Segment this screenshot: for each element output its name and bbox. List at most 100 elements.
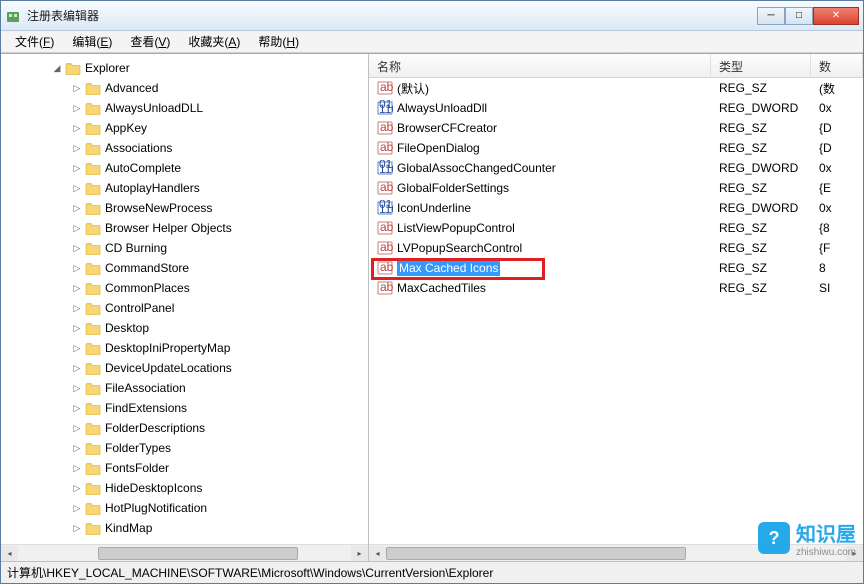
expander-icon[interactable]: ▷ (71, 182, 83, 194)
tree-node-explorer[interactable]: ◢Explorer (51, 58, 368, 78)
expander-icon[interactable]: ▷ (71, 262, 83, 274)
tree-node[interactable]: ▷CommonPlaces (71, 278, 368, 298)
expander-icon[interactable]: ▷ (71, 502, 83, 514)
col-name[interactable]: 名称 (369, 54, 711, 77)
expander-icon[interactable]: ▷ (71, 302, 83, 314)
folder-icon (85, 121, 101, 135)
folder-icon (85, 461, 101, 475)
menu-f[interactable]: 文件(F) (7, 31, 62, 52)
expander-icon[interactable]: ▷ (71, 322, 83, 334)
list-row[interactable]: FileOpenDialogREG_SZ{D (369, 138, 863, 158)
tree-node[interactable]: ▷HotPlugNotification (71, 498, 368, 518)
expander-icon[interactable]: ▷ (71, 82, 83, 94)
expander-icon[interactable]: ▷ (71, 162, 83, 174)
background-tabs (139, 7, 757, 24)
menu-v[interactable]: 查看(V) (122, 31, 178, 52)
list-row[interactable]: ListViewPopupControlREG_SZ{8 (369, 218, 863, 238)
expander-icon[interactable]: ◢ (51, 62, 63, 74)
close-button[interactable]: ✕ (813, 7, 859, 25)
folder-icon (85, 161, 101, 175)
tree-node[interactable]: ▷FindExtensions (71, 398, 368, 418)
watermark: ? 知识屋 zhishiwu.com (758, 518, 856, 558)
content-area: ◢Explorer▷Advanced▷AlwaysUnloadDLL▷AppKe… (1, 53, 863, 561)
tree-node[interactable]: ▷FolderDescriptions (71, 418, 368, 438)
expander-icon[interactable]: ▷ (71, 402, 83, 414)
expander-icon[interactable]: ▷ (71, 482, 83, 494)
watermark-text: 知识屋 (796, 518, 856, 547)
folder-icon (65, 61, 81, 75)
list-pane[interactable]: 名称 类型 数 (默认)REG_SZ(数AlwaysUnloadDllREG_D… (369, 54, 863, 561)
titlebar[interactable]: 注册表编辑器 ─ □ ✕ (1, 1, 863, 31)
expander-icon[interactable]: ▷ (71, 382, 83, 394)
expander-icon[interactable]: ▷ (71, 362, 83, 374)
maximize-button[interactable]: □ (785, 7, 813, 25)
tree-node[interactable]: ▷AppKey (71, 118, 368, 138)
folder-icon (85, 401, 101, 415)
expander-icon[interactable]: ▷ (71, 282, 83, 294)
folder-icon (85, 181, 101, 195)
expander-icon[interactable]: ▷ (71, 342, 83, 354)
tree-node[interactable]: ▷AlwaysUnloadDLL (71, 98, 368, 118)
menu-e[interactable]: 编辑(E) (64, 31, 120, 52)
expander-icon[interactable]: ▷ (71, 522, 83, 534)
expander-icon[interactable]: ▷ (71, 222, 83, 234)
watermark-icon: ? (758, 522, 790, 554)
expander-icon[interactable]: ▷ (71, 242, 83, 254)
folder-icon (85, 361, 101, 375)
expander-icon[interactable]: ▷ (71, 102, 83, 114)
list-row[interactable]: IconUnderlineREG_DWORD0x (369, 198, 863, 218)
list-row[interactable]: AlwaysUnloadDllREG_DWORD0x (369, 98, 863, 118)
list-row[interactable]: BrowserCFCreatorREG_SZ{D (369, 118, 863, 138)
tree-node[interactable]: ▷Desktop (71, 318, 368, 338)
value-sz-icon (377, 280, 393, 296)
tree-node[interactable]: ▷KindMap (71, 518, 368, 538)
list-row[interactable]: GlobalAssocChangedCounterREG_DWORD0x (369, 158, 863, 178)
statusbar: 计算机\HKEY_LOCAL_MACHINE\SOFTWARE\Microsof… (1, 561, 863, 583)
list-row[interactable]: MaxCachedTilesREG_SZSI (369, 278, 863, 298)
expander-icon[interactable]: ▷ (71, 442, 83, 454)
tree-node[interactable]: ▷Associations (71, 138, 368, 158)
tree-node[interactable]: ▷DeviceUpdateLocations (71, 358, 368, 378)
tree-node[interactable]: ▷FileAssociation (71, 378, 368, 398)
list-row[interactable]: GlobalFolderSettingsREG_SZ{E (369, 178, 863, 198)
tree-node[interactable]: ▷FolderTypes (71, 438, 368, 458)
tree-node[interactable]: ▷AutoComplete (71, 158, 368, 178)
expander-icon[interactable]: ▷ (71, 142, 83, 154)
menubar: 文件(F)编辑(E)查看(V)收藏夹(A)帮助(H) (1, 31, 863, 53)
menu-h[interactable]: 帮助(H) (250, 31, 307, 52)
folder-icon (85, 261, 101, 275)
tree-node[interactable]: ▷CommandStore (71, 258, 368, 278)
col-data[interactable]: 数 (811, 54, 863, 77)
list-row[interactable]: LVPopupSearchControlREG_SZ{F (369, 238, 863, 258)
menu-a[interactable]: 收藏夹(A) (180, 31, 248, 52)
value-sz-icon (377, 180, 393, 196)
folder-icon (85, 521, 101, 535)
col-type[interactable]: 类型 (711, 54, 811, 77)
tree-node[interactable]: ▷HideDesktopIcons (71, 478, 368, 498)
tree-hscrollbar[interactable]: ◂ ▸ (1, 544, 368, 561)
tree-node[interactable]: ▷FontsFolder (71, 458, 368, 478)
expander-icon[interactable]: ▷ (71, 122, 83, 134)
tree-node[interactable]: ▷Browser Helper Objects (71, 218, 368, 238)
tree-node[interactable]: ▷BrowseNewProcess (71, 198, 368, 218)
value-sz-icon (377, 140, 393, 156)
expander-icon[interactable]: ▷ (71, 202, 83, 214)
folder-icon (85, 501, 101, 515)
expander-icon[interactable]: ▷ (71, 422, 83, 434)
minimize-button[interactable]: ─ (757, 7, 785, 25)
tree-node[interactable]: ▷ControlPanel (71, 298, 368, 318)
expander-icon[interactable]: ▷ (71, 462, 83, 474)
list-row[interactable]: Max Cached IconsREG_SZ8 (369, 258, 863, 278)
list-header[interactable]: 名称 类型 数 (369, 54, 863, 78)
tree-pane[interactable]: ◢Explorer▷Advanced▷AlwaysUnloadDLL▷AppKe… (1, 54, 369, 561)
tree-node[interactable]: ▷AutoplayHandlers (71, 178, 368, 198)
folder-icon (85, 381, 101, 395)
tree-node[interactable]: ▷CD Burning (71, 238, 368, 258)
tree-node[interactable]: ▷DesktopIniPropertyMap (71, 338, 368, 358)
app-icon (5, 8, 21, 24)
list-row[interactable]: (默认)REG_SZ(数 (369, 78, 863, 98)
tree-node[interactable]: ▷Advanced (71, 78, 368, 98)
status-path: 计算机\HKEY_LOCAL_MACHINE\SOFTWARE\Microsof… (7, 564, 493, 581)
folder-icon (85, 481, 101, 495)
folder-icon (85, 281, 101, 295)
